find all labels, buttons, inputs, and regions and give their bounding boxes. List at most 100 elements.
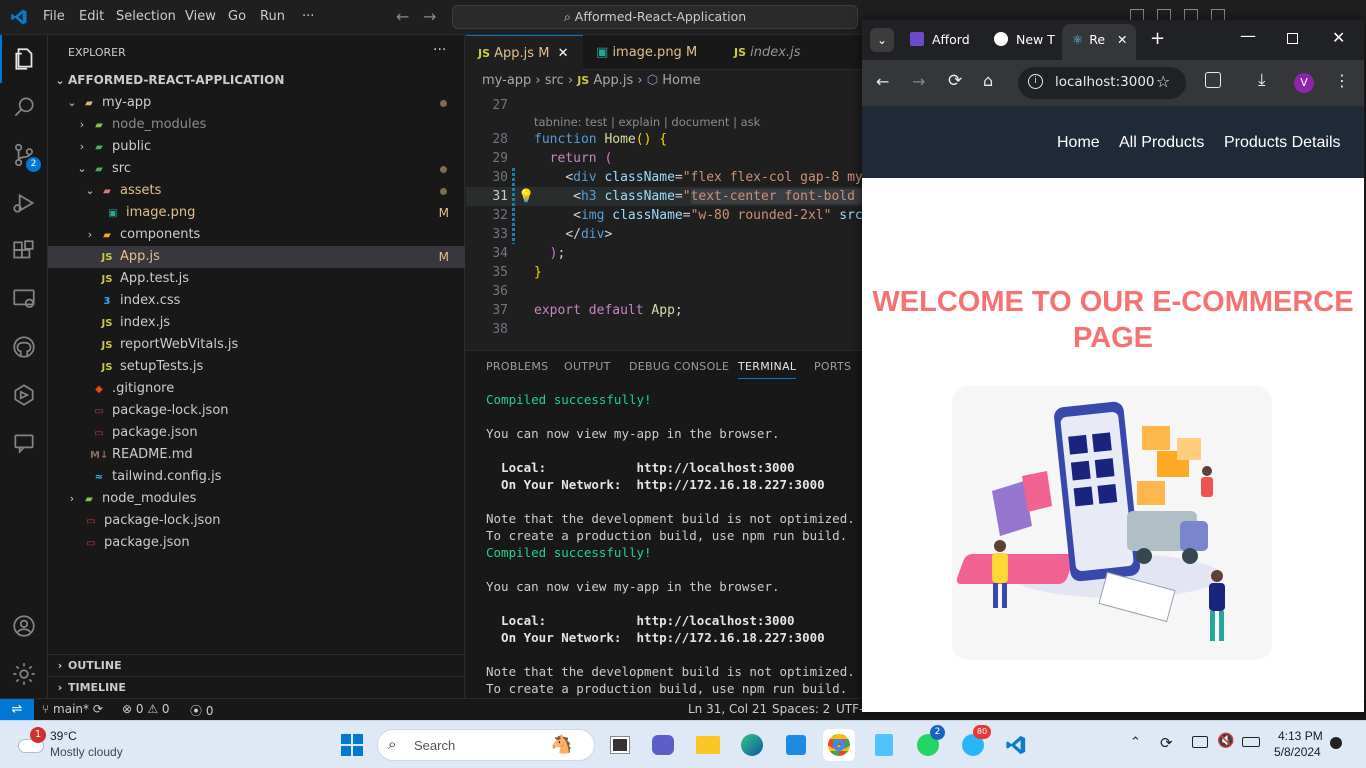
tree-item-src[interactable]: ⌄ ▰ src [48, 158, 465, 180]
tree-item-package-json[interactable]: ▭ package.json [48, 422, 465, 444]
taskbar-search-box[interactable]: ⌕ Search 🐴 [377, 729, 595, 761]
breadcrumb-item[interactable]: my-app [482, 73, 531, 88]
tree-item-image-png[interactable]: ▣ image.png M [48, 202, 465, 224]
menu-edit[interactable]: Edit [79, 9, 104, 24]
tree-item-node-modules[interactable]: › ▰ node_modules [48, 114, 465, 136]
encoding-indicator[interactable]: UTF- [836, 702, 863, 716]
sync-tray-icon[interactable]: ⟳ [1160, 734, 1173, 752]
menu-more[interactable]: ··· [302, 9, 314, 24]
tree-item-app-test-js[interactable]: JS App.test.js [48, 268, 465, 290]
volume-muted-icon[interactable]: 🔇 [1217, 733, 1234, 749]
github-icon[interactable] [0, 323, 48, 371]
tree-item-setup-tests[interactable]: JS setupTests.js [48, 356, 465, 378]
download-icon[interactable]: ⤓ [1258, 70, 1266, 90]
notepad-icon[interactable] [868, 729, 900, 761]
telegram-icon[interactable]: 80 [957, 725, 991, 761]
breadcrumb-item[interactable]: App.js [593, 73, 633, 88]
panel-tab-problems[interactable]: PROBLEMS [486, 360, 548, 373]
lightbulb-icon[interactable]: 💡 [518, 187, 534, 206]
menu-selection[interactable]: Selection [116, 9, 176, 24]
menu-view[interactable]: View [185, 9, 216, 24]
nav-link-all-products[interactable]: All Products [1119, 134, 1204, 152]
tree-item-report-web-vitals[interactable]: JS reportWebVitals.js [48, 334, 465, 356]
remote-indicator-icon[interactable]: ⇌ [0, 699, 34, 721]
tree-item-my-app[interactable]: ⌄ ▰ my-app [48, 92, 465, 114]
code-line[interactable]: 32 <img className="w-80 rounded-2xl" src… [466, 206, 870, 225]
code-line[interactable]: 28 function Home() { [466, 130, 862, 149]
code-line-current[interactable]: 31 💡 <h3 className="text-center font-bold… [466, 187, 871, 206]
chevron-up-icon[interactable]: ⌃ [1130, 735, 1141, 750]
run-debug-icon[interactable] [0, 179, 48, 227]
panel-tab-terminal[interactable]: TERMINAL [738, 360, 797, 379]
close-tab-icon[interactable]: ✕ [1117, 32, 1127, 47]
clock-time[interactable]: 4:13 PM [1278, 729, 1323, 743]
code-line[interactable]: 29 return ( [466, 149, 862, 168]
indentation-indicator[interactable]: Spaces: 2 [772, 702, 830, 716]
close-icon[interactable]: ✕ [558, 46, 569, 61]
weather-widget-icon[interactable]: 1 [16, 727, 46, 759]
breadcrumb-item[interactable]: Home [662, 73, 700, 88]
cursor-position[interactable]: Ln 31, Col 21 [688, 702, 767, 716]
url-text[interactable]: localhost:3000 [1055, 74, 1155, 90]
settings-gear-icon[interactable] [0, 650, 48, 698]
bookmark-star-icon[interactable]: ☆ [1156, 72, 1170, 91]
code-line[interactable]: 36 [466, 282, 862, 301]
explorer-more-button[interactable]: ··· [433, 42, 446, 58]
remote-explorer-icon[interactable] [0, 275, 48, 323]
outline-section[interactable]: › OUTLINE [48, 654, 465, 676]
tab-index-js[interactable]: JS index.js [722, 35, 862, 70]
weather-description[interactable]: Mostly cloudy [50, 745, 123, 759]
close-window-icon[interactable]: ✕ [1332, 28, 1345, 47]
clock-date[interactable]: 5/8/2024 [1274, 745, 1321, 759]
problems-indicator[interactable]: ⊗ 0 ⚠ 0 [122, 702, 170, 716]
code-line[interactable]: 27 [466, 96, 862, 115]
forward-arrow-icon[interactable]: → [423, 7, 436, 26]
file-explorer-icon[interactable] [692, 729, 724, 761]
task-view-icon[interactable] [604, 729, 636, 761]
tree-item-root-node-modules[interactable]: › ▰ node_modules [48, 488, 465, 510]
code-line[interactable]: 35} [466, 263, 862, 282]
code-line[interactable]: 37 export default App; [466, 301, 862, 320]
panel-tab-debug-console[interactable]: DEBUG CONSOLE [629, 360, 729, 373]
profile-avatar[interactable]: V [1294, 73, 1314, 93]
code-line[interactable]: 33 </div> [466, 225, 862, 244]
notification-icon[interactable] [1330, 737, 1342, 749]
tree-item-root-package-json[interactable]: ▭ package.json [48, 532, 465, 554]
browser-tab-new-tab[interactable]: New T [986, 26, 1058, 54]
ports-indicator[interactable]: ⦿ 0 [190, 702, 213, 719]
minimize-icon[interactable]: — [1240, 26, 1256, 45]
edge-browser-icon[interactable] [736, 729, 768, 761]
extensions-puzzle-icon[interactable] [1205, 72, 1221, 88]
tab-app-js[interactable]: JS App.js M ✕ [466, 35, 583, 70]
tree-item-index-css[interactable]: 3 index.css [48, 290, 465, 312]
nav-link-home[interactable]: Home [1057, 134, 1100, 152]
nav-link-products-details[interactable]: Products Details [1224, 134, 1341, 152]
menu-file[interactable]: File [43, 9, 65, 24]
reload-icon[interactable]: ⟳ [948, 71, 962, 91]
menu-run[interactable]: Run [260, 9, 285, 24]
menu-go[interactable]: Go [228, 9, 246, 24]
tree-item-root-package-lock[interactable]: ▭ package-lock.json [48, 510, 465, 532]
chat-icon[interactable] [0, 419, 48, 467]
command-center-search[interactable]: ⌕ Afformed-React-Application [452, 5, 858, 29]
testing-icon[interactable] [0, 371, 48, 419]
tree-item-tailwind-config[interactable]: ≈ tailwind.config.js [48, 466, 465, 488]
code-line[interactable]: 38 [466, 320, 862, 339]
microsoft-store-icon[interactable] [780, 729, 812, 761]
start-windows-icon[interactable] [336, 729, 368, 761]
back-arrow-icon[interactable]: ← [876, 72, 889, 91]
source-control-icon[interactable]: 2 [0, 131, 48, 179]
tree-item-public[interactable]: › ▰ public [48, 136, 465, 158]
tab-search-chevron-icon[interactable]: ⌄ [870, 28, 894, 52]
account-icon[interactable] [0, 602, 48, 650]
code-line[interactable]: 30 <div className="flex flex-col gap-8 m… [466, 168, 870, 187]
breadcrumb-item[interactable]: src [545, 73, 564, 88]
network-icon[interactable] [1192, 736, 1208, 748]
tree-item-readme[interactable]: M↓ README.md [48, 444, 465, 466]
vscode-taskbar-icon[interactable] [1000, 729, 1032, 761]
site-info-icon[interactable]: i [1028, 74, 1043, 89]
battery-icon[interactable] [1242, 737, 1260, 747]
tree-item-components[interactable]: › ▰ components [48, 224, 465, 246]
maximize-icon[interactable] [1287, 33, 1298, 44]
tabnine-codelens[interactable]: tabnine: test | explain | document | ask [534, 115, 760, 129]
